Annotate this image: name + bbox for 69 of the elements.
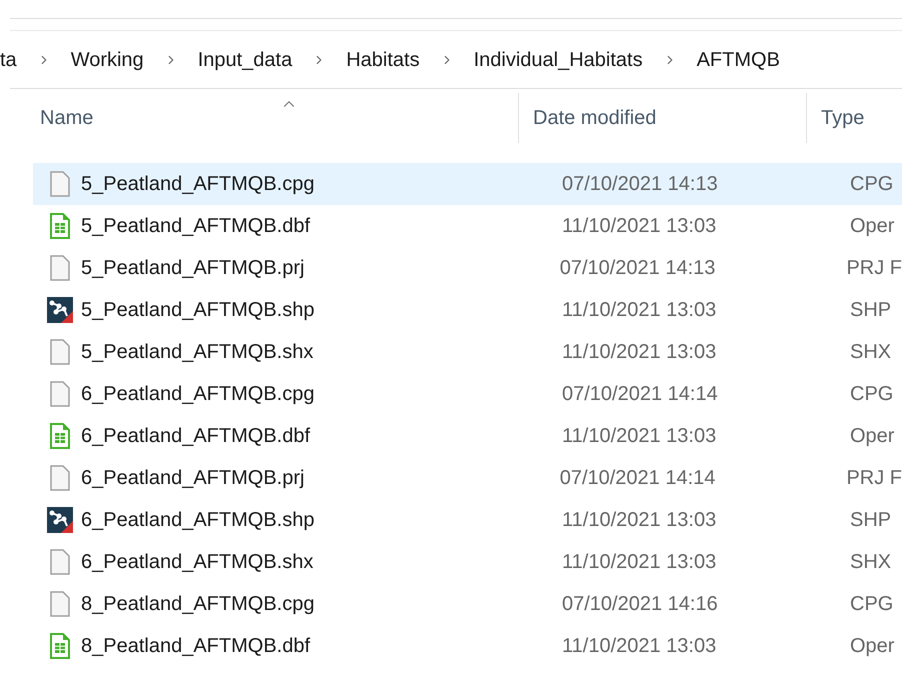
file-row[interactable]: 6_Peatland_AFTMQB.shx 11/10/2021 13:03 SHX (33, 541, 902, 583)
file-icon (50, 381, 70, 407)
date-modified: 11/10/2021 13:03 (561, 214, 718, 239)
network-map-icon (47, 297, 73, 323)
file-row[interactable]: 5_Peatland_AFTMQB.prj 07/10/2021 14:13 PRJ F (33, 247, 902, 289)
file-type: Oper (849, 634, 894, 659)
file-name: 5_Peatland_AFTMQB.dbf (81, 214, 310, 239)
file-row[interactable]: 8_Peatland_AFTMQB.dbf 11/10/2021 13:03 Oper (33, 625, 902, 667)
file-name: 5_Peatland_AFTMQB.shp (81, 298, 314, 323)
file-type: SHP (849, 508, 892, 533)
date-modified: 11/10/2021 13:03 (561, 550, 718, 575)
file-type: Oper (849, 214, 894, 239)
file-name: 8_Peatland_AFTMQB.dbf (81, 634, 310, 659)
file-row[interactable]: 8_Peatland_AFTMQB.cpg 07/10/2021 14:16 CPG (33, 583, 902, 625)
date-modified: 07/10/2021 14:16 (561, 592, 719, 617)
date-modified: 07/10/2021 14:13 (558, 256, 716, 281)
file-row[interactable]: 5_Peatland_AFTMQB.shx 11/10/2021 13:03 SHX (33, 331, 902, 373)
column-header[interactable]: Date modified (533, 103, 656, 133)
file-row[interactable]: 6_Peatland_AFTMQB.prj 07/10/2021 14:14 PRJ F (33, 457, 902, 499)
file-name: 5_Peatland_AFTMQB.cpg (81, 172, 314, 197)
date-modified: 07/10/2021 14:13 (561, 172, 719, 197)
file-type: CPG (849, 382, 894, 407)
file-name: 6_Peatland_AFTMQB.prj (81, 466, 304, 491)
breadcrumb-item[interactable]: AFTMQB (696, 44, 780, 74)
breadcrumb-item[interactable]: ta (0, 44, 17, 74)
file-name: 6_Peatland_AFTMQB.shp (81, 508, 314, 533)
file-icon (50, 465, 70, 491)
file-name: 6_Peatland_AFTMQB.shx (81, 550, 314, 575)
file-row[interactable]: 5_Peatland_AFTMQB.shp 11/10/2021 13:03 SHP (33, 289, 902, 331)
date-modified: 07/10/2021 14:14 (558, 466, 716, 491)
file-icon (50, 591, 70, 617)
file-type: Oper (849, 424, 894, 449)
date-modified: 11/10/2021 13:03 (561, 340, 718, 365)
column-header[interactable]: Type (821, 103, 864, 133)
file-row[interactable]: 5_Peatland_AFTMQB.dbf 11/10/2021 13:03 Oper (33, 205, 902, 247)
date-modified: 11/10/2021 13:03 (561, 298, 718, 323)
spreadsheet-icon (50, 423, 70, 449)
file-icon (50, 549, 70, 575)
file-row[interactable]: 6_Peatland_AFTMQB.cpg 07/10/2021 14:14 CPG (33, 373, 902, 415)
spreadsheet-icon (50, 633, 70, 659)
file-row[interactable]: 5_Peatland_AFTMQB.cpg 07/10/2021 14:13 CPG (33, 163, 902, 205)
file-type: SHX (849, 340, 892, 365)
breadcrumb-item[interactable]: Habitats (346, 44, 420, 74)
file-icon (50, 255, 70, 281)
file-type: SHP (849, 298, 892, 323)
column-header[interactable]: Name (40, 103, 94, 133)
file-type: CPG (849, 592, 894, 617)
breadcrumb-item[interactable]: Working (70, 44, 144, 74)
file-row[interactable]: 6_Peatland_AFTMQB.dbf 11/10/2021 13:03 Oper (33, 415, 902, 457)
date-modified: 11/10/2021 13:03 (561, 508, 718, 533)
file-type: SHX (849, 550, 892, 575)
date-modified: 07/10/2021 14:14 (561, 382, 719, 407)
file-name: 6_Peatland_AFTMQB.dbf (81, 424, 310, 449)
breadcrumb-item[interactable]: Input_data (198, 44, 292, 74)
file-name: 5_Peatland_AFTMQB.prj (81, 256, 304, 281)
file-name: 6_Peatland_AFTMQB.cpg (81, 382, 314, 407)
file-type: PRJ F (845, 466, 902, 491)
file-row[interactable]: 6_Peatland_AFTMQB.shp 11/10/2021 13:03 SHP (33, 499, 902, 541)
file-name: 5_Peatland_AFTMQB.shx (81, 340, 314, 365)
date-modified: 11/10/2021 13:03 (561, 634, 718, 659)
breadcrumb-item[interactable]: Individual_Habitats (474, 44, 643, 74)
file-icon (50, 171, 70, 197)
file-icon (50, 339, 70, 365)
date-modified: 11/10/2021 13:03 (561, 424, 718, 449)
file-name: 8_Peatland_AFTMQB.cpg (81, 592, 314, 617)
file-type: CPG (849, 172, 894, 197)
file-type: PRJ F (845, 256, 902, 281)
network-map-icon (47, 507, 73, 533)
spreadsheet-icon (50, 213, 70, 239)
